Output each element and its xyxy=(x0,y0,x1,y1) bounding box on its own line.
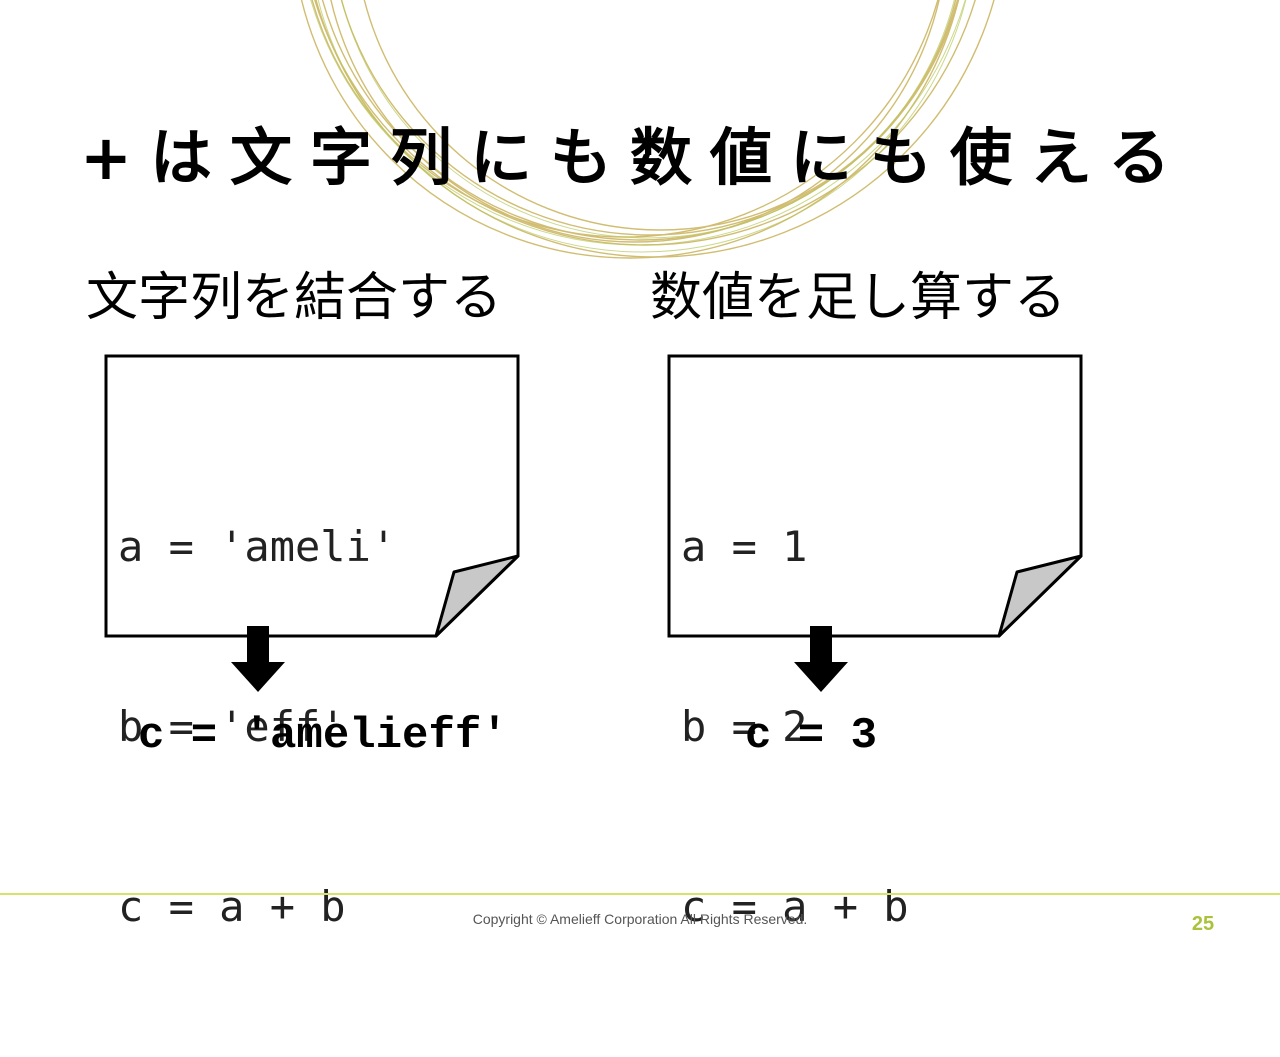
code-line: a = 'ameli' xyxy=(118,522,397,571)
slide-title: +は文字列にも数値にも使える xyxy=(80,121,1189,194)
left-heading: 文字列を結合する xyxy=(86,268,503,328)
down-arrow-icon xyxy=(794,626,848,692)
number-result: c = 3 xyxy=(745,711,878,761)
code-line: c = a + b xyxy=(118,882,346,931)
code-line: a = 1 xyxy=(681,522,808,571)
footer-divider xyxy=(0,893,1280,895)
code-line: c = a + b xyxy=(681,882,909,931)
page-number: 25 xyxy=(1191,913,1215,935)
string-code-note: a = 'ameli' b = 'eff' c = a + b xyxy=(102,352,522,931)
copyright-text: Copyright © Amelieff Corporation All Rig… xyxy=(472,911,808,927)
string-result: c = 'amelieff' xyxy=(138,711,508,761)
number-code-note: a = 1 b = 2 c = a + b xyxy=(665,352,1085,931)
down-arrow-icon xyxy=(231,626,285,692)
right-heading: 数値を足し算する xyxy=(650,268,1067,328)
